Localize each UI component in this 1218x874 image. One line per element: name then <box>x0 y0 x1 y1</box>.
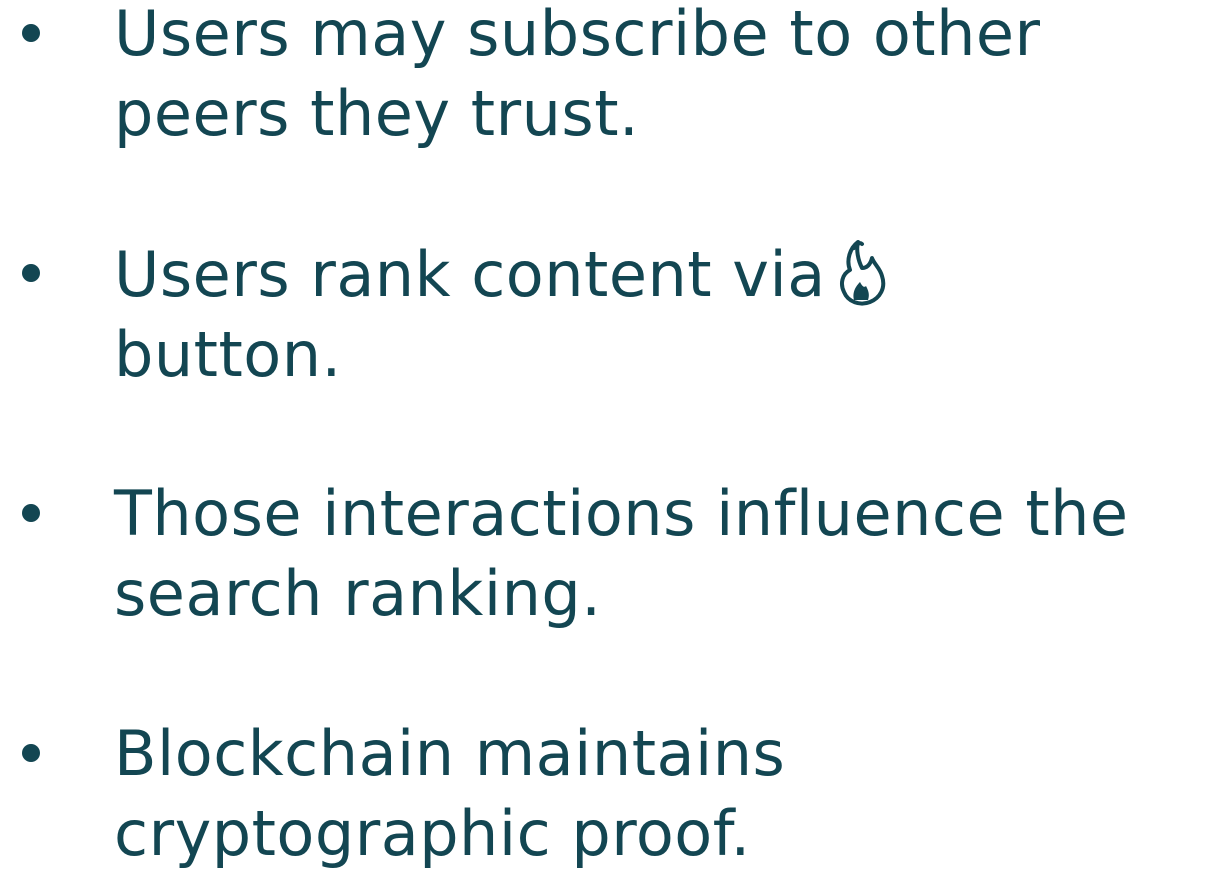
bullet-text: Blockchain maintains cryptographic proof… <box>114 714 1214 874</box>
bullet-line: button. <box>114 318 342 391</box>
bullet-dot <box>22 264 40 282</box>
bullet-line: peers they trust. <box>114 77 640 150</box>
bullet-line: cryptographic proof. <box>114 797 751 870</box>
bullet-line: Users rank content via <box>114 234 1214 315</box>
bullet-line: Blockchain maintains <box>114 717 786 790</box>
bullet-line: Users may subscribe to other <box>114 0 1041 70</box>
bullet-dot <box>22 744 40 762</box>
bullet-line-text: Users rank content via <box>114 238 826 311</box>
fire-icon <box>832 234 890 310</box>
bullet-text: Those interactions influence the search … <box>114 474 1214 634</box>
bullet-text: Users rank content via button. <box>114 234 1214 395</box>
bullet-dot <box>22 504 40 522</box>
bullet-line: Those interactions influence the <box>114 477 1129 550</box>
bullet-text: Users may subscribe to other peers they … <box>114 0 1214 154</box>
bullet-dot <box>22 24 40 42</box>
bullet-list: Users may subscribe to other peers they … <box>0 0 1218 870</box>
bullet-line: search ranking. <box>114 557 602 630</box>
